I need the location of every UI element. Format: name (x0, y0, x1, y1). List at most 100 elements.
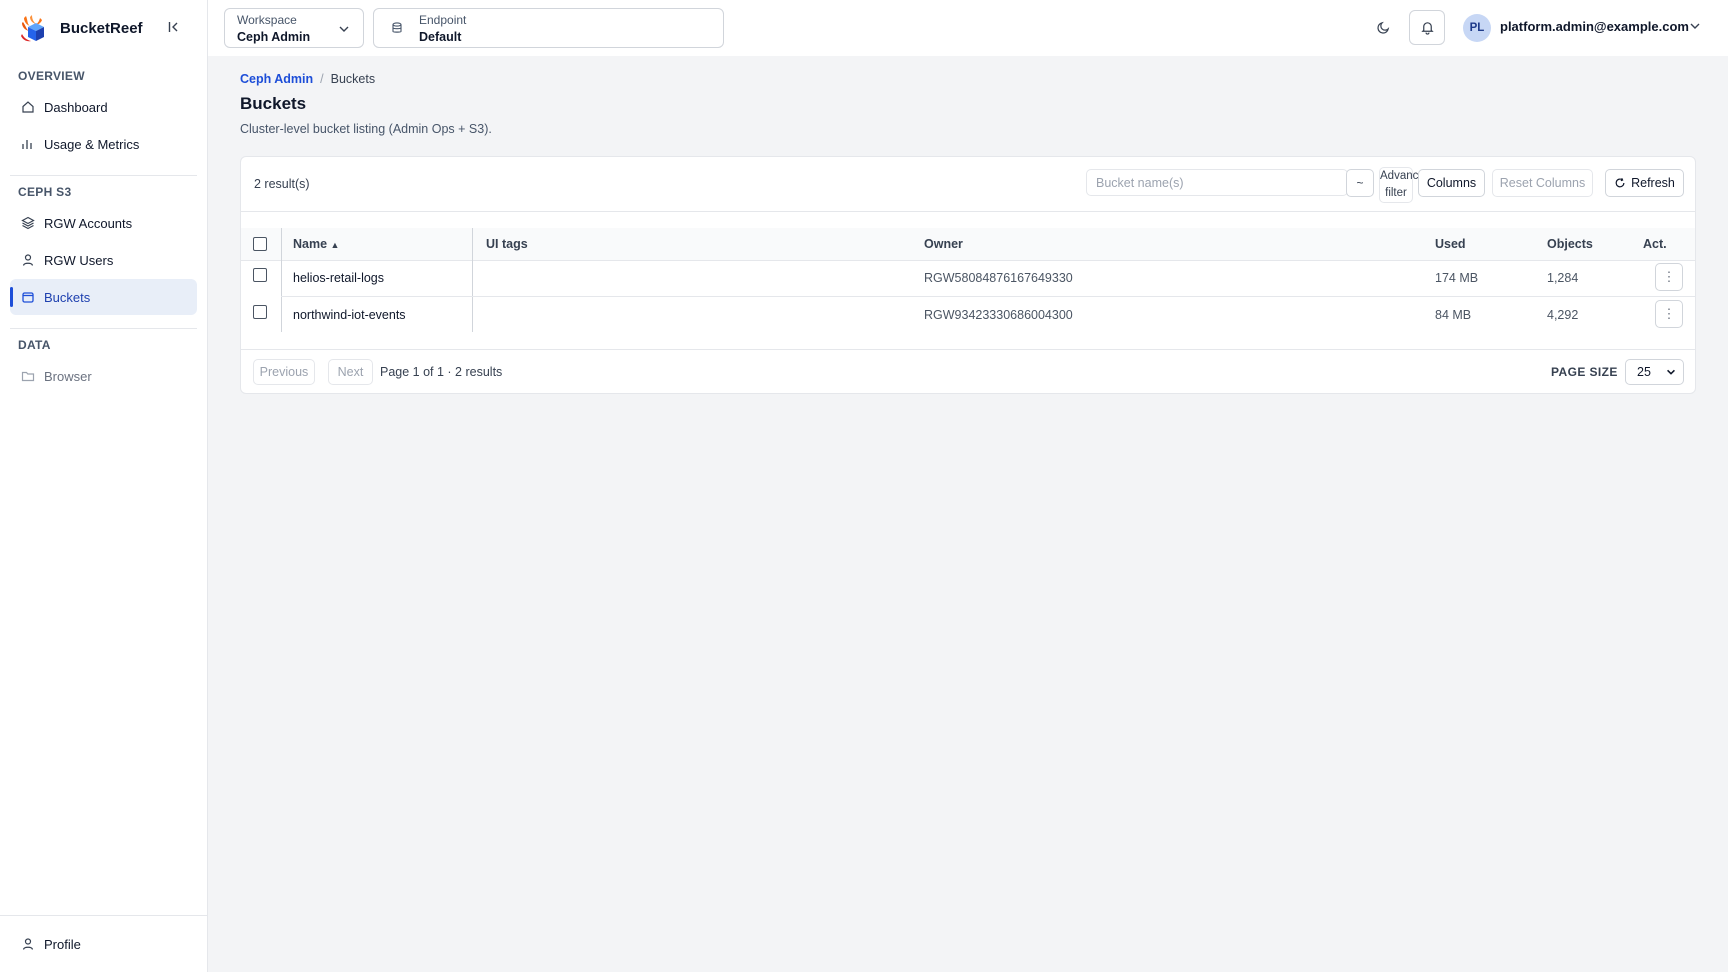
sidebar-footer: Profile (0, 915, 208, 972)
page-subtitle: Cluster-level bucket listing (Admin Ops … (240, 122, 492, 136)
endpoint-picker[interactable]: Endpoint Default (373, 8, 724, 48)
sidebar-item-label: Profile (44, 936, 81, 952)
app-name: BucketReef (60, 19, 143, 37)
advanced-filter-label-line1: Advanced (1380, 170, 1432, 182)
sidebar-item-browser[interactable]: Browser (10, 358, 197, 394)
breadcrumb-current: Buckets (330, 72, 376, 86)
sidebar: BucketReef OVERVIEW Dashboard Usage & Me… (0, 0, 208, 972)
bucket-owner: RGW58084876167649330 (924, 271, 1073, 285)
bucket-name[interactable]: northwind-iot-events (293, 308, 406, 322)
active-indicator (10, 287, 13, 307)
endpoint-label: Endpoint (419, 13, 467, 27)
sidebar-item-dashboard[interactable]: Dashboard (10, 89, 197, 125)
home-icon (22, 101, 34, 113)
user-icon (22, 938, 34, 950)
bucket-name[interactable]: helios-retail-logs (293, 271, 384, 285)
section-label-overview: OVERVIEW (18, 69, 85, 83)
folder-icon (21, 371, 35, 382)
advanced-filter-label-line2: filter (1385, 187, 1407, 199)
refresh-icon (1615, 178, 1625, 188)
bucket-objects: 1,284 (1547, 271, 1579, 285)
notifications-bell-icon[interactable] (1409, 10, 1445, 45)
sidebar-item-label: Buckets (44, 289, 91, 305)
column-header-name-label: Name (293, 237, 328, 251)
sidebar-divider (10, 328, 197, 329)
page-size-select[interactable]: 25 (1625, 359, 1684, 385)
sidebar-item-rgw-users[interactable]: RGW Users (10, 242, 197, 278)
user-icon (22, 254, 34, 266)
row-checkbox[interactable] (253, 268, 267, 282)
column-header-objects[interactable]: Objects (1547, 237, 1593, 251)
chevron-down-icon[interactable] (1688, 19, 1704, 35)
sidebar-item-label: Usage & Metrics (44, 136, 140, 152)
row-actions-kebab-icon[interactable]: ⋮ (1655, 300, 1683, 328)
sidebar-item-usage-metrics[interactable]: Usage & Metrics (10, 126, 197, 162)
column-resize-handle[interactable] (472, 228, 473, 332)
buckets-table-card: 2 result(s) ~ Advanced filter Columns Re… (240, 156, 1696, 394)
row-actions-kebab-icon[interactable]: ⋮ (1655, 263, 1683, 291)
bucket-owner: RGW93423330686004300 (924, 308, 1073, 322)
workspace-value: Ceph Admin (237, 30, 311, 44)
sidebar-item-label: RGW Accounts (44, 215, 133, 231)
previous-page-button[interactable]: Previous (253, 359, 315, 385)
sidebar-item-profile[interactable]: Profile (10, 926, 197, 962)
sidebar-item-buckets[interactable]: Buckets (10, 279, 197, 315)
refresh-label: Refresh (1631, 176, 1675, 190)
row-checkbox[interactable] (253, 305, 267, 319)
endpoint-value: Default (419, 30, 462, 44)
column-header-name[interactable]: Name ▲ (293, 237, 339, 251)
section-label-data: DATA (18, 338, 51, 352)
sidebar-item-rgw-accounts[interactable]: RGW Accounts (10, 205, 197, 241)
bucket-used: 174 MB (1435, 271, 1479, 285)
page-size-value: 25 (1637, 365, 1651, 379)
sort-ascending-icon: ▲ (330, 240, 340, 250)
brand[interactable]: BucketReef (18, 8, 143, 48)
theme-toggle-moon-icon[interactable] (1372, 16, 1394, 38)
column-header-used[interactable]: Used (1435, 237, 1466, 251)
bucket-search-input[interactable] (1086, 169, 1348, 196)
column-header-actions: Act. (1643, 237, 1667, 251)
sidebar-item-label: Dashboard (44, 99, 108, 115)
row-divider (281, 296, 1695, 297)
workspace-label: Workspace (237, 13, 297, 27)
section-label-ceph-s3: CEPH S3 (18, 185, 72, 199)
sidebar-divider (10, 175, 197, 176)
results-count: 2 result(s) (254, 177, 310, 191)
breadcrumb-link-ceph-admin[interactable]: Ceph Admin (240, 72, 313, 86)
toolbar-divider (241, 211, 1695, 212)
layers-icon (21, 216, 35, 230)
user-email[interactable]: platform.admin@example.com (1500, 19, 1689, 34)
collapse-sidebar-icon[interactable] (164, 17, 184, 37)
column-separator (281, 228, 282, 332)
next-page-button[interactable]: Next (328, 359, 373, 385)
header-divider (241, 260, 1695, 261)
page-size-label: PAGE SIZE (1551, 365, 1618, 379)
breadcrumb: Ceph Admin / Buckets (240, 72, 375, 86)
bucket-used: 84 MB (1435, 308, 1472, 322)
columns-button[interactable]: Columns (1418, 169, 1485, 197)
page-title: Buckets (240, 94, 307, 113)
bucket-icon (22, 292, 34, 303)
match-mode-button[interactable]: ~ (1346, 169, 1374, 197)
advanced-filter-button[interactable]: Advanced filter (1379, 167, 1432, 203)
chevron-down-icon (1667, 369, 1675, 375)
bar-chart-icon (22, 140, 32, 149)
column-header-ui-tags[interactable]: UI tags (486, 237, 528, 251)
database-icon (392, 22, 402, 33)
chevron-down-icon (339, 26, 349, 32)
table-header: Name ▲ UI tags Owner Used Objects Act. (241, 228, 1695, 260)
bucketreef-logo-icon (21, 15, 44, 42)
pagination-info: Page 1 of 1 · 2 results (380, 365, 503, 379)
breadcrumb-separator: / (320, 72, 324, 86)
workspace-picker[interactable]: Workspace Ceph Admin (224, 8, 364, 48)
sidebar-item-label: RGW Users (44, 252, 114, 268)
avatar[interactable]: PL (1463, 14, 1491, 42)
topbar: Workspace Ceph Admin Endpoint Default PL… (208, 0, 1728, 56)
footer-divider (241, 349, 1695, 350)
select-all-checkbox[interactable] (253, 237, 267, 251)
refresh-button[interactable]: Refresh (1605, 169, 1684, 197)
reset-columns-button[interactable]: Reset Columns (1492, 169, 1593, 197)
column-header-owner[interactable]: Owner (924, 237, 963, 251)
bucket-objects: 4,292 (1547, 308, 1579, 322)
sidebar-item-label: Browser (44, 368, 92, 384)
